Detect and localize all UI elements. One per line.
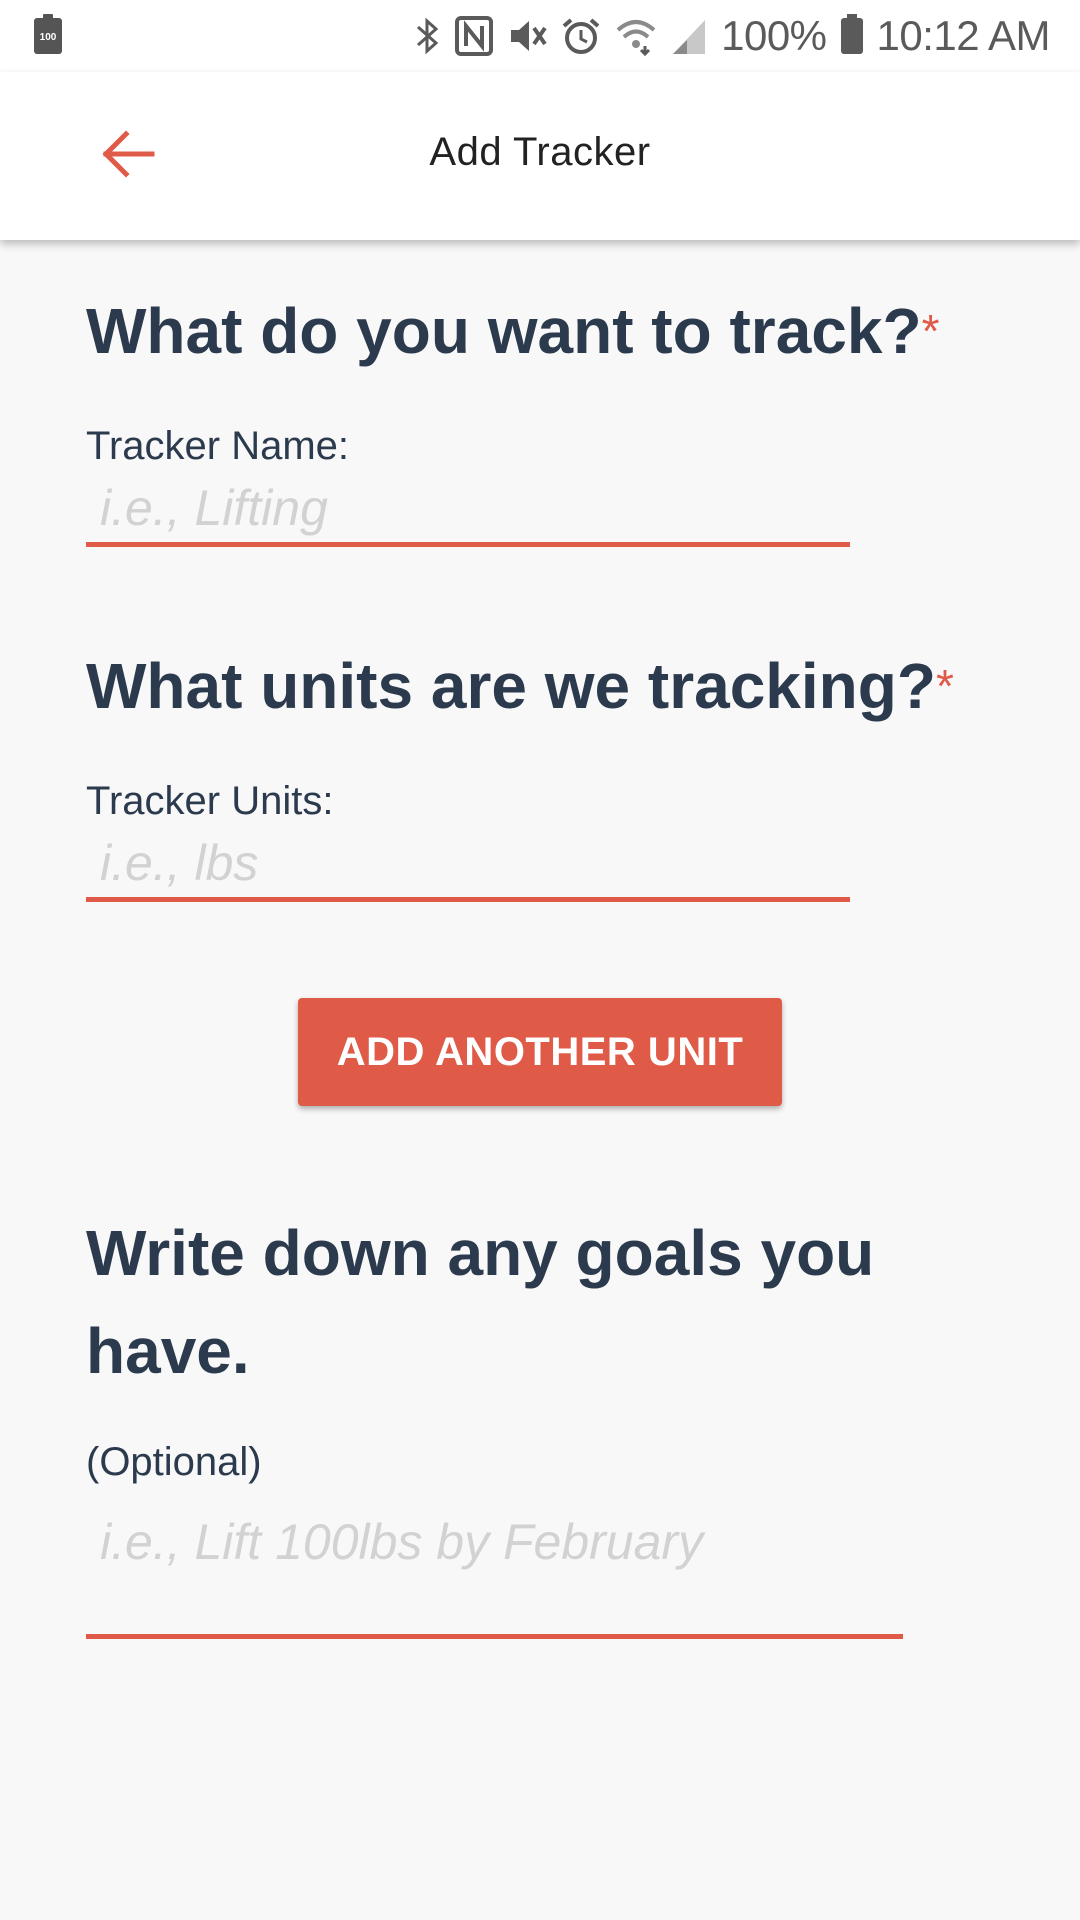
tracker-name-label: Tracker Name: [86,424,350,468]
tracker-units-heading-text: What units are we tracking? [86,650,936,722]
clock: 10:12 AM [876,12,1051,59]
status-bar: 100 100% 10:12 AM [0,0,1080,72]
form-content: What do you want to track?* Tracker Name… [86,240,986,1639]
required-mark: * [921,305,940,357]
goals-optional-label: (Optional) [86,1440,262,1484]
battery-percent: 100% [721,12,827,59]
goals-heading: Write down any goals you have. [86,1217,875,1387]
tracker-name-heading: What do you want to track?* [86,282,986,380]
status-icons: 100% 10:12 AM [415,10,1051,62]
nfc-icon [455,16,494,56]
tracker-name-heading-text: What do you want to track? [86,295,922,367]
page-title: Add Tracker [429,130,651,174]
signal-icon [671,16,707,56]
app-bar: Add Tracker [0,72,1080,240]
bluetooth-icon [415,16,441,56]
tracker-units-heading: What units are we tracking?* [86,637,986,735]
battery-saver-icon: 100 [34,14,62,54]
tracker-units-input[interactable] [86,828,850,902]
add-another-unit-button[interactable]: ADD ANOTHER UNIT [298,998,782,1106]
alarm-icon [561,16,601,56]
tracker-units-label: Tracker Units: [86,779,334,823]
wifi-icon [615,16,657,56]
tracker-name-input[interactable] [86,473,850,547]
required-mark: * [935,660,954,712]
vibrate-icon [507,16,547,56]
battery-icon [840,14,863,54]
goals-textarea[interactable] [86,1499,903,1639]
add-unit-row: ADD ANOTHER UNIT [86,902,986,1152]
